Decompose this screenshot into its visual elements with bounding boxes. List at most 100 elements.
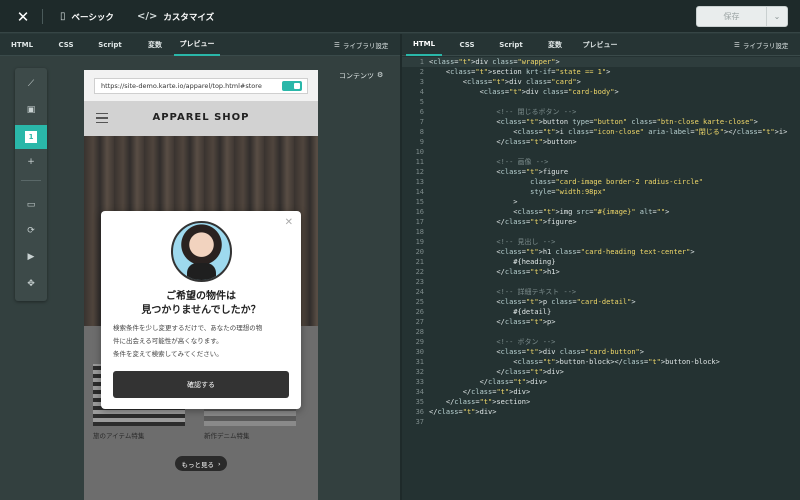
preview-toggle[interactable] bbox=[282, 81, 302, 91]
basic-mode-tab[interactable]: ▯ ベーシック bbox=[60, 0, 114, 33]
card-caption[interactable]: 新作デニム特集 bbox=[204, 430, 250, 440]
card-caption[interactable]: 旅のアイテム特集 bbox=[93, 430, 144, 440]
code-line[interactable]: 3 <class="t">div class="card"> bbox=[402, 77, 800, 87]
contents-label: コンテンツ bbox=[339, 72, 374, 80]
more-button[interactable]: もっと見る › bbox=[175, 456, 227, 471]
plus-icon[interactable]: + bbox=[21, 152, 41, 172]
code-line[interactable]: 33 </class="t">div> bbox=[402, 377, 800, 387]
line-number: 29 bbox=[415, 338, 424, 346]
code-line[interactable]: 14 style="width:98px" bbox=[402, 187, 800, 197]
code-line[interactable]: 27 </class="t">p> bbox=[402, 317, 800, 327]
code-line[interactable]: 7 <class="t">button type="button" class=… bbox=[402, 117, 800, 127]
line-number: 25 bbox=[415, 298, 424, 306]
tab-preview[interactable]: プレビュー bbox=[174, 34, 220, 56]
close-icon[interactable]: ✕ bbox=[14, 8, 32, 26]
code-line[interactable]: 5 bbox=[402, 97, 800, 107]
more-label: もっと見る bbox=[181, 460, 214, 469]
chevron-down-icon[interactable]: ⌄ bbox=[767, 7, 787, 26]
code-editor[interactable]: 1 <class="t">div class="wrapper"> 2 <class… bbox=[402, 56, 800, 500]
code-line[interactable]: 35 </class="t">section> bbox=[402, 397, 800, 407]
tab-script[interactable]: Script bbox=[493, 34, 529, 56]
code-line[interactable]: 31 <class="t">button-block></class="t">b… bbox=[402, 357, 800, 367]
code-line[interactable]: 18 bbox=[402, 227, 800, 237]
code-line[interactable]: 29 <!-- ボタン --> bbox=[402, 337, 800, 347]
code-line[interactable]: 1 <class="t">div class="wrapper"> bbox=[402, 57, 800, 67]
code-text: <class="t">button-block></class="t">butt… bbox=[429, 358, 720, 366]
popup-detail-line: 条件を変えて検索してみてください。 bbox=[113, 350, 223, 358]
preview-device: https://site-demo.karte.io/apparel/top.h… bbox=[84, 70, 318, 500]
code-text: <!-- 閉じるボタン --> bbox=[429, 108, 577, 116]
code-line[interactable]: 4 <class="t">div class="card-body"> bbox=[402, 87, 800, 97]
line-number: 17 bbox=[415, 218, 424, 226]
line-number: 28 bbox=[415, 328, 424, 336]
tab-variables[interactable]: 変数 bbox=[537, 34, 573, 56]
code-line[interactable]: 6 <!-- 閉じるボタン --> bbox=[402, 107, 800, 117]
popup-detail-line: 件に出会える可能性が高くなります。 bbox=[113, 337, 223, 345]
code-text: style="width:98px" bbox=[530, 188, 607, 196]
code-line[interactable]: 17 </class="t">figure> bbox=[402, 217, 800, 227]
tab-script[interactable]: Script bbox=[92, 34, 128, 56]
code-text: </class="t">div> bbox=[429, 408, 497, 416]
tab-html[interactable]: HTML bbox=[4, 34, 40, 56]
line-number: 11 bbox=[415, 158, 424, 166]
code-line[interactable]: 15 > bbox=[402, 197, 800, 207]
code-text: <class="t">section krt-if="state == 1"> bbox=[429, 68, 611, 76]
confirm-button[interactable]: 確認する bbox=[113, 371, 289, 398]
code-line[interactable]: 16 <class="t">img src="#{image}" alt=""> bbox=[402, 207, 800, 217]
url-input[interactable]: https://site-demo.karte.io/apparel/top.h… bbox=[94, 78, 308, 94]
code-line[interactable]: 32 </class="t">div> bbox=[402, 367, 800, 377]
code-line[interactable]: 20 <class="t">h1 class="card-heading tex… bbox=[402, 247, 800, 257]
step-1-button[interactable]: 1 bbox=[15, 125, 47, 149]
code-line[interactable]: 34 </class="t">div> bbox=[402, 387, 800, 397]
line-number: 30 bbox=[415, 348, 424, 356]
code-line[interactable]: 12 <class="t">figure bbox=[402, 167, 800, 177]
code-line[interactable]: 37 bbox=[402, 417, 800, 427]
line-number: 18 bbox=[415, 228, 424, 236]
code-text: <class="t">figure bbox=[429, 168, 569, 176]
customize-mode-tab[interactable]: </> カスタマイズ bbox=[137, 0, 214, 33]
code-line[interactable]: 13 class="card-image border-2 radius-cir… bbox=[402, 177, 800, 187]
library-settings-button[interactable]: ☰ ライブラリ設定 bbox=[334, 34, 388, 56]
tab-css[interactable]: CSS bbox=[48, 34, 84, 56]
code-line[interactable]: 26 #{detail} bbox=[402, 307, 800, 317]
gear-icon: ⚙ bbox=[377, 71, 384, 79]
layout-icon[interactable]: ▣ bbox=[21, 100, 41, 120]
code-text: #{detail} bbox=[429, 308, 552, 316]
code-line[interactable]: 8 <class="t">i class="icon-close" aria-l… bbox=[402, 127, 800, 137]
code-line[interactable]: 19 <!-- 見出し --> bbox=[402, 237, 800, 247]
code-line[interactable]: 23 bbox=[402, 277, 800, 287]
save-button[interactable]: 保存 bbox=[697, 7, 767, 26]
tab-variables[interactable]: 変数 bbox=[137, 34, 173, 56]
play-icon[interactable]: ▶ bbox=[21, 247, 41, 267]
code-line[interactable]: 24 <!-- 詳細テキスト --> bbox=[402, 287, 800, 297]
library-settings-button[interactable]: ☰ ライブラリ設定 bbox=[734, 34, 788, 56]
code-line[interactable]: 21 #{heading} bbox=[402, 257, 800, 267]
code-line[interactable]: 10 bbox=[402, 147, 800, 157]
line-number: 34 bbox=[415, 388, 424, 396]
code-line[interactable]: 2 <class="t">section krt-if="state == 1"… bbox=[402, 67, 800, 77]
line-number: 5 bbox=[419, 98, 424, 106]
code-line[interactable]: 22 </class="t">h1> bbox=[402, 267, 800, 277]
line-number: 20 bbox=[415, 248, 424, 256]
code-line[interactable]: 36 </class="t">div> bbox=[402, 407, 800, 417]
code-line[interactable]: 28 bbox=[402, 327, 800, 337]
popup-heading-line2: 見つかりませんでしたか？ bbox=[141, 305, 261, 316]
popup-detail-line: 検索条件を少し変更するだけで、あなたの理想の物 bbox=[113, 324, 263, 332]
close-icon[interactable]: ✕ bbox=[285, 217, 293, 228]
device-icon[interactable]: ▭ bbox=[21, 195, 41, 215]
tab-css[interactable]: CSS bbox=[449, 34, 485, 56]
tab-html[interactable]: HTML bbox=[406, 34, 442, 56]
code-line[interactable]: 25 <class="t">p class="card-detail"> bbox=[402, 297, 800, 307]
library-settings-label: ライブラリ設定 bbox=[342, 42, 389, 50]
code-text: <!-- 詳細テキスト --> bbox=[429, 288, 577, 296]
rotate-icon[interactable]: ⟳ bbox=[21, 221, 41, 241]
fullscreen-icon[interactable]: ✥ bbox=[21, 274, 41, 294]
code-text: </class="t">section> bbox=[429, 398, 531, 406]
contents-menu[interactable]: コンテンツ ⚙ bbox=[339, 71, 383, 81]
code-line[interactable]: 30 <class="t">div class="card-button"> bbox=[402, 347, 800, 357]
code-line[interactable]: 9 </class="t">button> bbox=[402, 137, 800, 147]
tab-preview[interactable]: プレビュー bbox=[577, 34, 623, 56]
code-text: <class="t">div class="card-body"> bbox=[429, 88, 619, 96]
slash-icon[interactable]: ⟋ bbox=[21, 74, 41, 94]
code-line[interactable]: 11 <!-- 画像 --> bbox=[402, 157, 800, 167]
